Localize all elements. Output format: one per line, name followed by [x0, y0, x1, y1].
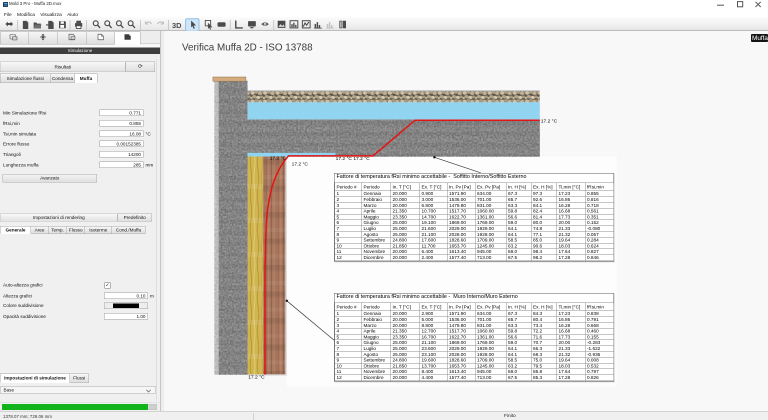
svg-text:17.2 °C: 17.2 °C — [541, 119, 558, 125]
svg-text:17.2 °C: 17.2 °C — [270, 156, 287, 162]
svg-text:3D: 3D — [172, 21, 182, 30]
svg-text:17.2 °C: 17.2 °C — [248, 375, 265, 381]
svg-text:17.2 °C: 17.2 °C — [292, 162, 309, 168]
svg-text:17.2 °C 17.2 °C: 17.2 °C 17.2 °C — [336, 156, 371, 162]
